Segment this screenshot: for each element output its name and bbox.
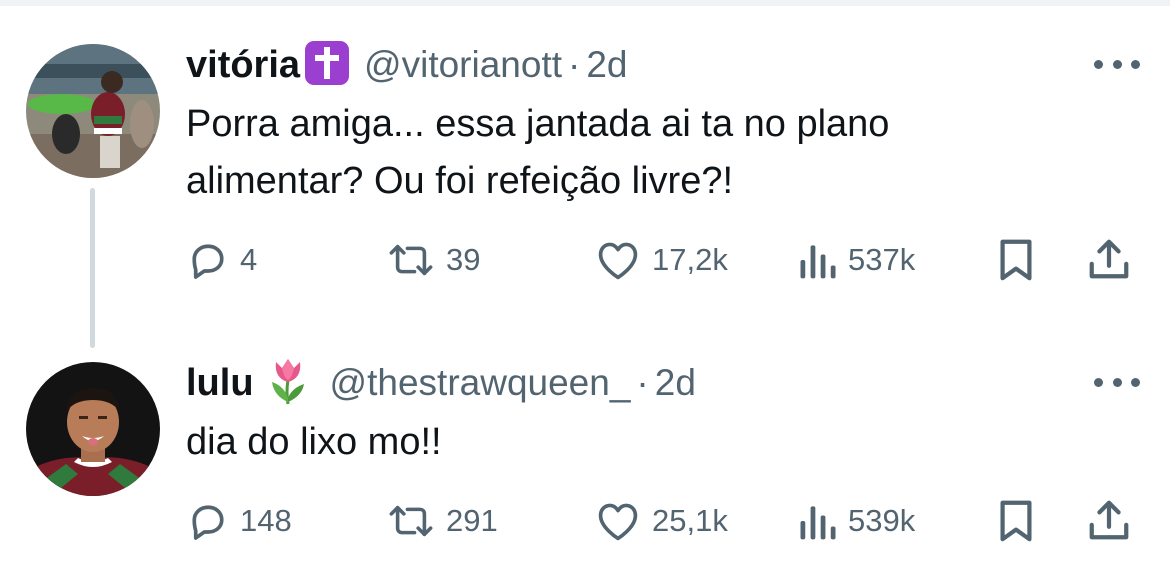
- analytics-icon: [800, 506, 836, 540]
- reply-button[interactable]: 4: [186, 235, 257, 285]
- display-name[interactable]: lulu: [186, 362, 254, 405]
- reply-count: 148: [240, 503, 292, 538]
- share-icon: [1089, 500, 1129, 540]
- retweet-count: 291: [446, 503, 498, 538]
- retweet-count: 39: [446, 242, 481, 277]
- latin-cross-emoji: [304, 40, 350, 91]
- tulip-emoji: [268, 356, 308, 411]
- views-count: 539k: [848, 503, 916, 538]
- like-button[interactable]: 17,2k: [594, 235, 728, 285]
- action-bar: 4 39 17,2k 537k: [186, 235, 1136, 285]
- separator-dot: ·: [568, 44, 581, 85]
- reply-icon: [192, 244, 224, 279]
- tweet-lulu[interactable]: lulu @thestrawqueen_ · 2d dia do lixo mo…: [0, 340, 1170, 561]
- share-icon: [1089, 239, 1129, 279]
- analytics-icon: [800, 245, 836, 279]
- retweet-icon: [389, 244, 433, 276]
- reply-count: 4: [240, 242, 258, 277]
- action-bar: 148 291 25,1k 539k: [186, 496, 1136, 546]
- views-button[interactable]: 539k: [796, 496, 915, 546]
- share-button[interactable]: [1086, 496, 1132, 546]
- avatar[interactable]: [26, 362, 160, 496]
- timestamp[interactable]: 2d: [655, 362, 696, 404]
- share-button[interactable]: [1086, 235, 1132, 285]
- views-button[interactable]: 537k: [796, 235, 915, 285]
- like-count: 17,2k: [652, 242, 728, 277]
- bookmark-icon: [1000, 500, 1032, 542]
- reply-icon: [192, 505, 224, 540]
- more-options-icon[interactable]: [1094, 372, 1140, 392]
- tweet-text: Porra amiga... essa jantada ai ta no pla…: [186, 96, 889, 210]
- tweet-text-line: alimentar? Ou foi refeição livre?!: [186, 160, 734, 202]
- like-button[interactable]: 25,1k: [594, 496, 728, 546]
- tweet-vitoria[interactable]: vitória @vitorianott · 2d Porra amiga...…: [0, 0, 1170, 348]
- more-options-icon[interactable]: [1094, 54, 1140, 74]
- heart-icon: [598, 242, 638, 280]
- like-count: 25,1k: [652, 503, 728, 538]
- timestamp[interactable]: 2d: [586, 44, 627, 86]
- user-handle[interactable]: @vitorianott: [364, 44, 562, 86]
- tweet-header: vitória @vitorianott · 2d: [186, 40, 628, 90]
- retweet-button[interactable]: 39: [386, 235, 480, 285]
- thread-connector-line: [90, 188, 95, 348]
- bookmark-button[interactable]: [996, 235, 1036, 285]
- heart-icon: [598, 503, 638, 541]
- tweet-text-line: Porra amiga... essa jantada ai ta no pla…: [186, 103, 890, 145]
- retweet-button[interactable]: 291: [386, 496, 498, 546]
- separator-dot: ·: [636, 362, 649, 403]
- tweet-header: lulu @thestrawqueen_ · 2d: [186, 358, 696, 408]
- avatar[interactable]: [26, 44, 160, 178]
- retweet-icon: [389, 505, 433, 537]
- views-count: 537k: [848, 242, 916, 277]
- bookmark-icon: [1000, 239, 1032, 281]
- display-name[interactable]: vitória: [186, 44, 300, 87]
- reply-button[interactable]: 148: [186, 496, 292, 546]
- bookmark-button[interactable]: [996, 496, 1036, 546]
- tweet-text: dia do lixo mo!!: [186, 414, 442, 471]
- user-handle[interactable]: @thestrawqueen_: [330, 362, 631, 404]
- tweet-text-line: dia do lixo mo!!: [186, 421, 442, 463]
